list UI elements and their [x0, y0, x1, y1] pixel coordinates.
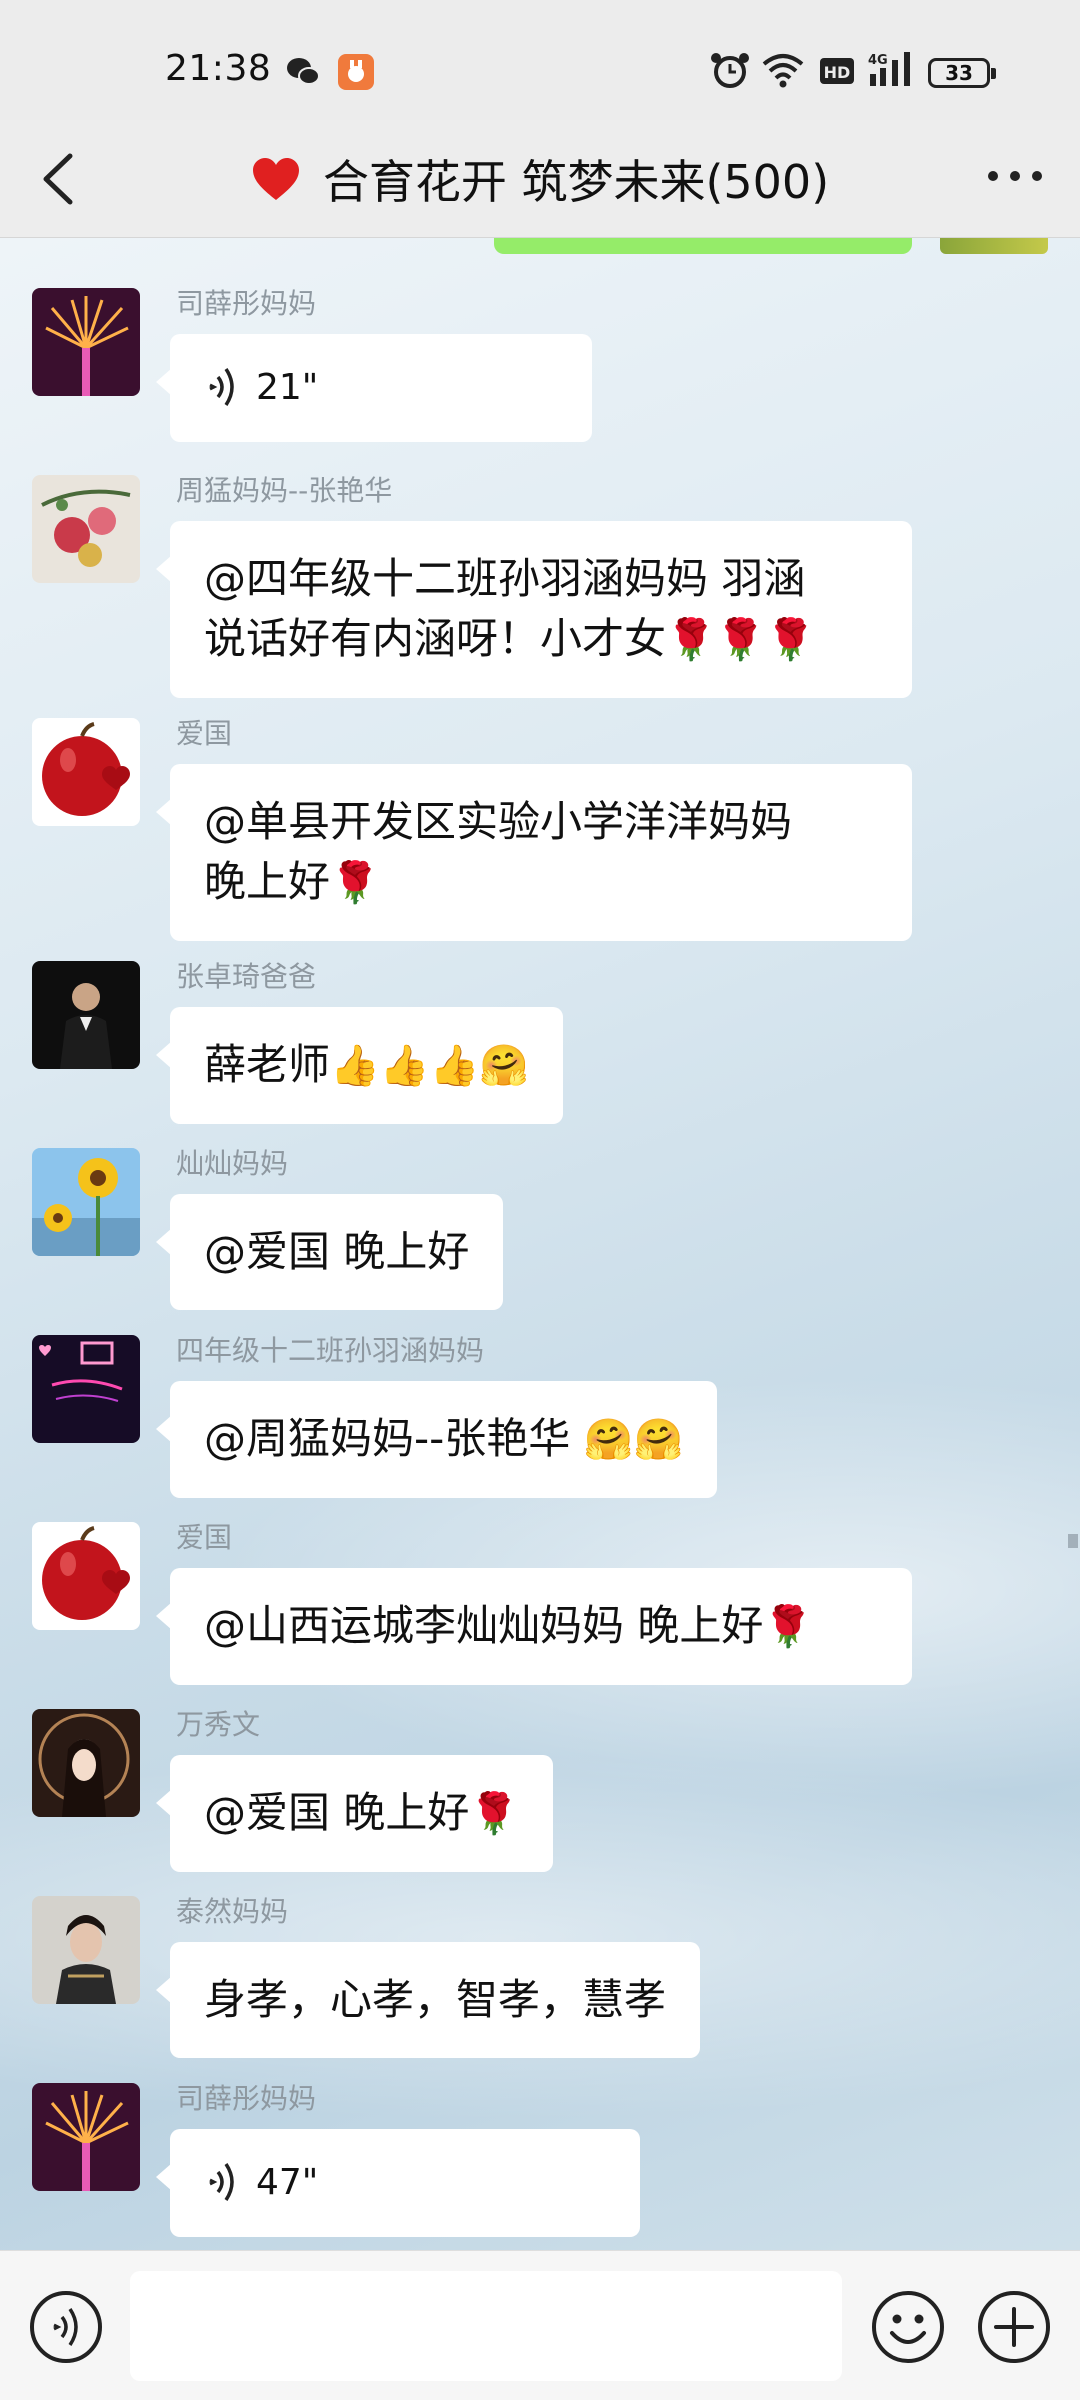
voice-duration: 21": [256, 367, 319, 408]
text-message-bubble[interactable]: @周猛妈妈--张艳华 🤗🤗: [155, 1381, 718, 1498]
text-message-bubble[interactable]: @单县开发区实验小学洋洋妈妈 晚上好🌹: [156, 764, 912, 941]
chat-title: 合育花开 筑梦未来(500): [0, 146, 1080, 212]
avatar[interactable]: [32, 1709, 140, 1817]
chat-header: 合育花开 筑梦未来(500): [0, 120, 1080, 238]
hd-icon: HD: [820, 58, 854, 84]
sender-name: 灿灿妈妈: [176, 1147, 289, 1180]
wechat-notification-icon: [287, 58, 320, 85]
message-text-line: 身孝，心孝，智孝，慧孝: [204, 1975, 667, 2024]
sender-name: 泰然妈妈: [176, 1895, 289, 1928]
text-message-bubble[interactable]: 身孝，心孝，智孝，慧孝: [155, 1942, 701, 2058]
rose-emoji-icon: 🌹: [763, 1604, 814, 1650]
avatar[interactable]: [32, 1896, 140, 2004]
avatar[interactable]: [32, 475, 140, 583]
sender-name: 爱国: [176, 717, 233, 750]
sender-name: 张卓琦爸爸: [176, 960, 317, 993]
text-message-bubble[interactable]: @山西运城李灿灿妈妈 晚上好🌹: [156, 1568, 912, 1685]
message-text-line: @四年级十二班孙羽涵妈妈 羽涵: [204, 554, 806, 603]
battery-indicator: 33: [928, 58, 996, 88]
sender-name: 司薛彤妈妈: [176, 287, 317, 320]
message-text-line: 说话好有内涵呀！小才女: [204, 614, 667, 663]
text-message-bubble[interactable]: @爱国 晚上好: [155, 1194, 504, 1310]
sender-name: 周猛妈妈--张艳华: [176, 474, 393, 507]
chat-input-bar: [0, 2250, 1080, 2400]
rose-emoji-icon: 🌹🌹🌹: [666, 617, 816, 663]
red-heart-icon: [252, 158, 299, 200]
status-time: 21:38: [165, 48, 272, 89]
text-message-bubble[interactable]: @四年级十二班孙羽涵妈妈 羽涵 说话好有内涵呀！小才女🌹🌹🌹: [156, 521, 912, 698]
voice-wave-icon: [209, 368, 234, 406]
message-text-line: 薛老师: [204, 1040, 331, 1089]
chat-title-text: 合育花开 筑梦未来(500): [322, 155, 830, 209]
voice-message-bubble[interactable]: 47": [156, 2129, 640, 2237]
plus-icon[interactable]: [976, 2289, 1052, 2365]
voice-duration: 47": [256, 2162, 319, 2203]
message-text-line: @爱国 晚上好: [204, 1788, 470, 1837]
own-avatar[interactable]: [940, 238, 1048, 254]
alarm-icon: [711, 53, 749, 88]
voice-message-bubble[interactable]: 21": [156, 334, 592, 442]
rose-emoji-icon: 🌹: [330, 860, 380, 906]
text-message-bubble[interactable]: @爱国 晚上好🌹: [155, 1755, 554, 1872]
sender-name: 四年级十二班孙羽涵妈妈: [176, 1334, 485, 1367]
message-text-line: 晚上好: [204, 857, 331, 906]
message-text-line: @单县开发区实验小学洋洋妈妈: [204, 797, 793, 846]
cellular-signal-icon: 4G: [868, 52, 910, 86]
avatar[interactable]: [32, 718, 140, 826]
message-input[interactable]: [130, 2271, 842, 2381]
sender-name: 司薛彤妈妈: [176, 2082, 317, 2115]
avatar[interactable]: [32, 961, 140, 1069]
emoji-icon[interactable]: [870, 2289, 946, 2365]
avatar[interactable]: [32, 288, 140, 396]
svg-text:HD: HD: [824, 63, 851, 82]
svg-text:4G: 4G: [868, 53, 888, 68]
avatar[interactable]: [32, 1522, 140, 1630]
app-notification-icon: [338, 54, 374, 90]
text-message-bubble[interactable]: 薛老师👍👍👍🤗: [155, 1007, 564, 1124]
message-text-line: @爱国 晚上好: [204, 1227, 470, 1276]
hug-emoji-icon: 🤗🤗: [583, 1417, 684, 1463]
voice-wave-icon: [209, 2163, 234, 2201]
avatar[interactable]: [32, 2083, 140, 2191]
chat-message-list[interactable]: 司薛彤妈妈 21" 周猛妈妈--张艳华 @四年级十二班孙羽涵妈妈 羽涵 说话好有…: [0, 238, 1080, 2250]
scroll-indicator[interactable]: [1068, 1534, 1078, 1548]
wifi-icon: [762, 54, 804, 88]
sender-name: 万秀文: [176, 1708, 261, 1741]
avatar[interactable]: [32, 1148, 140, 1256]
message-text-line: @周猛妈妈--张艳华: [204, 1414, 584, 1463]
thumbs-up-emoji-icon: 👍👍👍🤗: [330, 1043, 530, 1089]
message-text-line: @山西运城李灿灿妈妈 晚上好: [204, 1601, 764, 1650]
status-bar: 21:38 HD 4G 33: [0, 0, 1080, 140]
sender-name: 爱国: [176, 1521, 233, 1554]
previous-own-message-bubble[interactable]: [494, 238, 912, 254]
avatar[interactable]: [32, 1335, 140, 1443]
rose-emoji-icon: 🌹: [469, 1791, 520, 1837]
voice-input-icon[interactable]: [28, 2289, 104, 2365]
more-options-button[interactable]: [980, 156, 1050, 196]
